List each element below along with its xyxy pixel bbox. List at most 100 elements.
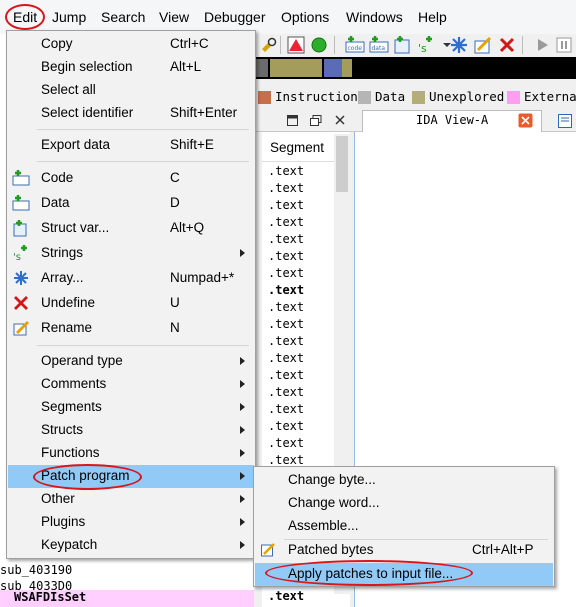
data-icon[interactable]: data xyxy=(368,34,390,56)
menu-search[interactable]: Search xyxy=(101,0,145,34)
float-window-icon[interactable] xyxy=(309,114,322,127)
next-view-icon[interactable] xyxy=(557,113,573,129)
menu-item-code[interactable]: Code C xyxy=(8,167,254,190)
legend-swatch-unexplored xyxy=(412,91,425,104)
submenu-arrow-icon xyxy=(240,357,245,365)
menu-debugger[interactable]: Debugger xyxy=(204,0,266,34)
menu-item-array[interactable]: Array... Numpad+* xyxy=(8,267,254,290)
struct-icon[interactable] xyxy=(392,34,414,56)
function-row[interactable]: WSAFDIsSet xyxy=(0,590,254,607)
menu-windows[interactable]: Windows xyxy=(346,0,403,34)
menu-view[interactable]: View xyxy=(159,0,189,34)
legend-label-instruction: Instruction xyxy=(275,89,358,104)
function-row[interactable]: sub_403190 xyxy=(0,563,254,577)
struct-icon xyxy=(13,220,27,237)
menu-separator xyxy=(37,161,249,162)
menu-item-structs[interactable]: Structs xyxy=(8,419,254,442)
annotation-ring-apply-patches xyxy=(265,560,473,586)
submenu-arrow-icon xyxy=(240,472,245,480)
submenu-item-patched-bytes[interactable]: Patched bytes Ctrl+Alt+P xyxy=(255,539,553,562)
segment-row[interactable]: .text xyxy=(268,232,304,246)
menu-separator xyxy=(37,129,249,130)
close-tab-icon[interactable] xyxy=(518,113,533,128)
array-icon xyxy=(14,271,28,285)
segment-row[interactable]: .text xyxy=(268,215,304,229)
segment-row[interactable]: .text xyxy=(268,181,304,195)
menu-item-select-all[interactable]: Select all xyxy=(8,79,254,102)
segment-row[interactable]: .text xyxy=(268,351,304,365)
menu-item-plugins[interactable]: Plugins xyxy=(8,511,254,534)
pin-icon[interactable] xyxy=(286,114,299,127)
submenu-item-change-byte[interactable]: Change byte... xyxy=(255,469,553,492)
close-pane-icon[interactable] xyxy=(334,114,346,126)
menu-item-select-identifier[interactable]: Select identifier Shift+Enter xyxy=(8,102,254,125)
play-icon[interactable] xyxy=(531,34,553,56)
menu-item-begin-selection[interactable]: Begin selection Alt+L xyxy=(8,56,254,79)
menu-item-other[interactable]: Other xyxy=(8,488,254,511)
legend-label-external: External xyxy=(524,89,576,104)
annotation-ring-edit xyxy=(5,4,45,30)
segment-row[interactable]: .text xyxy=(268,334,304,348)
navigation-band[interactable] xyxy=(254,57,576,79)
undefine-icon xyxy=(14,296,28,310)
segment-row[interactable]: .text xyxy=(268,402,304,416)
legend-label-data: Data xyxy=(375,89,406,104)
legend-label-unexplored: Unexplored xyxy=(429,89,505,104)
legend-swatch-data xyxy=(358,91,371,104)
submenu-arrow-icon xyxy=(240,518,245,526)
menu-help[interactable]: Help xyxy=(418,0,447,34)
menu-options[interactable]: Options xyxy=(281,0,329,34)
submenu-item-change-word[interactable]: Change word... xyxy=(255,492,553,515)
menu-jump[interactable]: Jump xyxy=(52,0,86,34)
undefine-icon[interactable] xyxy=(496,34,518,56)
segment-row[interactable]: .text xyxy=(268,368,304,382)
menu-separator xyxy=(37,345,249,346)
key-icon[interactable] xyxy=(258,34,280,56)
segment-row[interactable]: .text xyxy=(268,385,304,399)
menu-item-segments[interactable]: Segments xyxy=(8,396,254,419)
data-icon xyxy=(12,195,30,211)
menu-item-struct-var[interactable]: Struct var... Alt+Q xyxy=(8,217,254,240)
pause-icon[interactable] xyxy=(553,34,575,56)
menu-item-export-data[interactable]: Export data Shift+E xyxy=(8,134,254,157)
menu-item-keypatch[interactable]: Keypatch xyxy=(8,534,254,557)
segment-column-header[interactable]: Segment xyxy=(270,140,324,155)
strings-icon: 's xyxy=(13,245,27,262)
segment-row[interactable]: .text xyxy=(268,283,304,297)
segment-row[interactable]: .text xyxy=(268,300,304,314)
menu-item-strings[interactable]: 's Strings xyxy=(8,242,254,265)
svg-text:'s: 's xyxy=(418,42,427,55)
menu-item-rename[interactable]: Rename N xyxy=(8,317,254,340)
menu-item-comments[interactable]: Comments xyxy=(8,373,254,396)
menu-item-functions[interactable]: Functions xyxy=(8,442,254,465)
segment-row[interactable]: .text xyxy=(268,198,304,212)
submenu-arrow-icon xyxy=(240,541,245,549)
segment-row[interactable]: .text xyxy=(268,589,304,603)
segment-row[interactable]: .text xyxy=(268,419,304,433)
segment-row[interactable]: .text xyxy=(268,266,304,280)
submenu-item-assemble[interactable]: Assemble... xyxy=(255,515,553,538)
segment-row[interactable]: .text xyxy=(268,249,304,263)
submenu-arrow-icon xyxy=(240,449,245,457)
menu-item-copy[interactable]: Copy Ctrl+C xyxy=(8,33,254,56)
submenu-arrow-icon xyxy=(240,426,245,434)
array-icon[interactable] xyxy=(448,34,470,56)
code-icon[interactable]: code xyxy=(344,34,366,56)
segment-row[interactable]: .text xyxy=(268,164,304,178)
menu-item-data[interactable]: Data D xyxy=(8,192,254,215)
menu-item-undefine[interactable]: Undefine U xyxy=(8,292,254,315)
run-green-icon[interactable] xyxy=(308,34,330,56)
strings-icon[interactable]: 's xyxy=(416,34,438,56)
rename-icon[interactable] xyxy=(472,34,494,56)
segment-row[interactable]: .text xyxy=(268,453,304,467)
warning-icon[interactable] xyxy=(285,34,307,56)
ida-view-tabbar: IDA View-A xyxy=(354,110,576,132)
menu-item-operand-type[interactable]: Operand type xyxy=(8,350,254,373)
menubar: Edit Jump Search View Debugger Options W… xyxy=(0,0,576,34)
segment-row[interactable]: .text xyxy=(268,317,304,331)
submenu-arrow-icon xyxy=(240,495,245,503)
segments-scrollbar-thumb[interactable] xyxy=(336,136,348,192)
code-icon xyxy=(12,170,30,186)
segment-row[interactable]: .text xyxy=(268,436,304,450)
svg-text:code: code xyxy=(348,45,363,52)
